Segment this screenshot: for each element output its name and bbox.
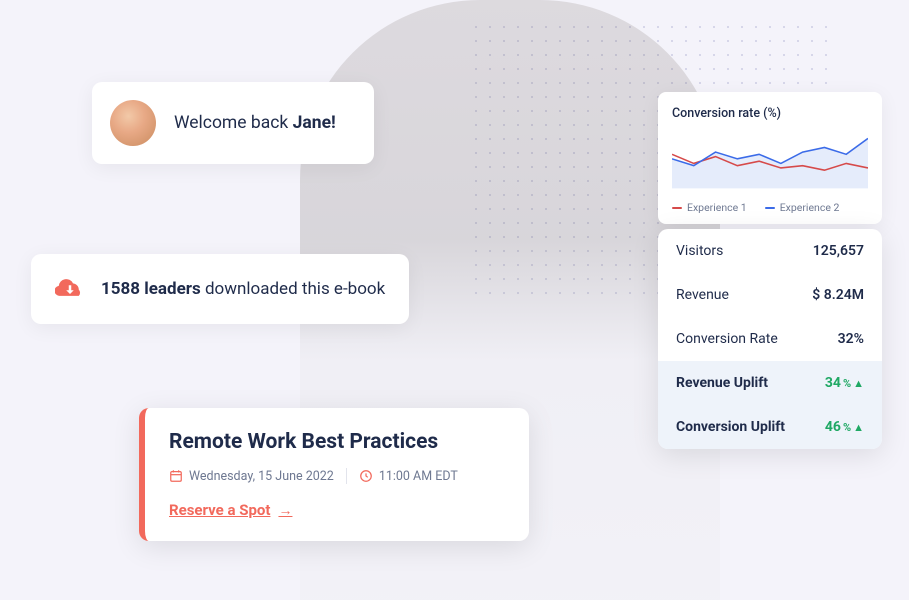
stat-label: Revenue [676, 287, 729, 303]
stat-value-up: 46%▲ [825, 419, 864, 435]
event-time: 11:00 AM EDT [359, 469, 458, 484]
stat-row: Conversion Rate 32% [658, 317, 882, 361]
up-triangle-icon: ▲ [853, 421, 864, 434]
event-date: Wednesday, 15 June 2022 [169, 469, 334, 484]
welcome-greeting: Welcome back [174, 113, 293, 133]
download-text: 1588 leaders downloaded this e-book [101, 279, 385, 299]
event-title: Remote Work Best Practices [169, 430, 501, 454]
download-card: 1588 leaders downloaded this e-book [31, 254, 409, 324]
stat-value-up: 34%▲ [825, 375, 864, 391]
stat-label: Revenue Uplift [676, 375, 768, 391]
download-rest: downloaded this e-book [201, 279, 385, 299]
stat-label: Conversion Rate [676, 331, 778, 347]
legend-label-1: Experience 1 [687, 201, 747, 214]
calendar-icon [169, 469, 183, 483]
line-chart [672, 131, 868, 189]
download-count: 1588 leaders [101, 279, 201, 299]
welcome-username: Jane! [293, 113, 336, 133]
reserve-label: Reserve a Spot [169, 501, 270, 519]
legend-series-1: Experience 1 [672, 201, 747, 214]
swatch-s1 [672, 207, 682, 209]
avatar [110, 100, 156, 146]
clock-icon [359, 469, 373, 483]
welcome-card: Welcome back Jane! [92, 82, 374, 164]
event-date-text: Wednesday, 15 June 2022 [189, 469, 334, 484]
reserve-spot-link[interactable]: Reserve a Spot → [169, 501, 292, 519]
arrow-right-icon: → [278, 502, 292, 519]
chart-legend: Experience 1 Experience 2 [672, 201, 868, 214]
up-triangle-icon: ▲ [853, 377, 864, 390]
legend-label-2: Experience 2 [780, 201, 840, 214]
stat-label: Visitors [676, 243, 723, 259]
event-time-text: 11:00 AM EDT [379, 469, 458, 484]
stat-label: Conversion Uplift [676, 419, 785, 435]
stat-row: Visitors 125,657 [658, 229, 882, 273]
chart-title: Conversion rate (%) [672, 106, 868, 121]
stat-value: 32% [838, 331, 864, 347]
conversion-chart-card: Conversion rate (%) Experience 1 Experie… [658, 92, 882, 224]
stat-row-highlight: Revenue Uplift 34%▲ [658, 361, 882, 405]
stats-card: Visitors 125,657 Revenue $ 8.24M Conversion … [658, 229, 882, 449]
cloud-download-icon [55, 274, 85, 304]
stat-value: $ 8.24M [812, 287, 864, 303]
welcome-text: Welcome back Jane! [174, 113, 336, 133]
event-meta: Wednesday, 15 June 2022 11:00 AM EDT [169, 468, 501, 484]
separator [346, 468, 347, 484]
swatch-s2 [765, 207, 775, 209]
legend-series-2: Experience 2 [765, 201, 840, 214]
stat-row-highlight: Conversion Uplift 46%▲ [658, 405, 882, 449]
event-card: Remote Work Best Practices Wednesday, 15… [139, 408, 529, 541]
stat-value: 125,657 [813, 243, 864, 259]
stat-row: Revenue $ 8.24M [658, 273, 882, 317]
